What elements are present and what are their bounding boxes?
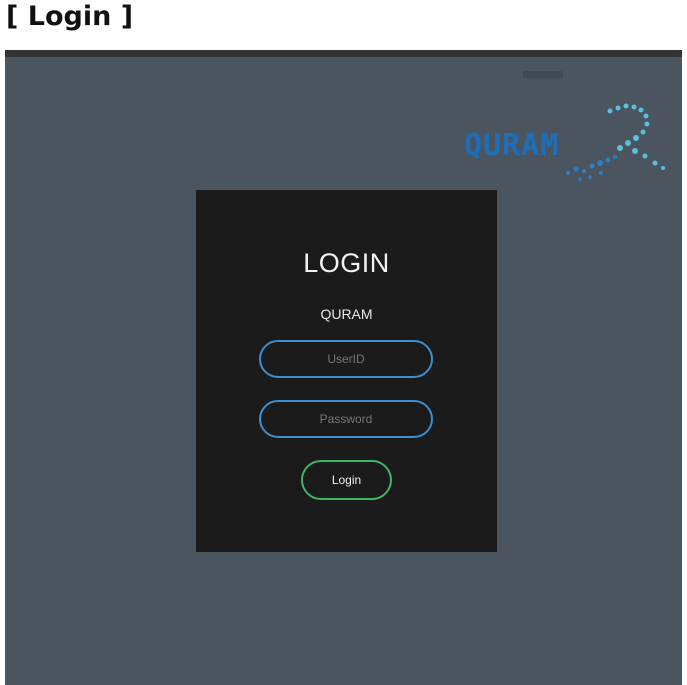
login-title: LOGIN xyxy=(303,248,390,278)
login-subtitle: QURAM xyxy=(320,306,373,322)
logo-text: QURAM xyxy=(464,128,559,163)
userid-input[interactable] xyxy=(259,340,433,378)
top-bar-blur xyxy=(523,71,563,78)
login-screen: QURAM LOGIN QURAM Login xyxy=(5,50,682,685)
login-button[interactable]: Login xyxy=(301,460,392,500)
document-heading: [ Login ] xyxy=(6,1,134,32)
login-panel: LOGIN QURAM Login xyxy=(196,190,497,552)
password-input[interactable] xyxy=(259,400,433,438)
quram-logo-icon: QURAM xyxy=(464,103,665,181)
